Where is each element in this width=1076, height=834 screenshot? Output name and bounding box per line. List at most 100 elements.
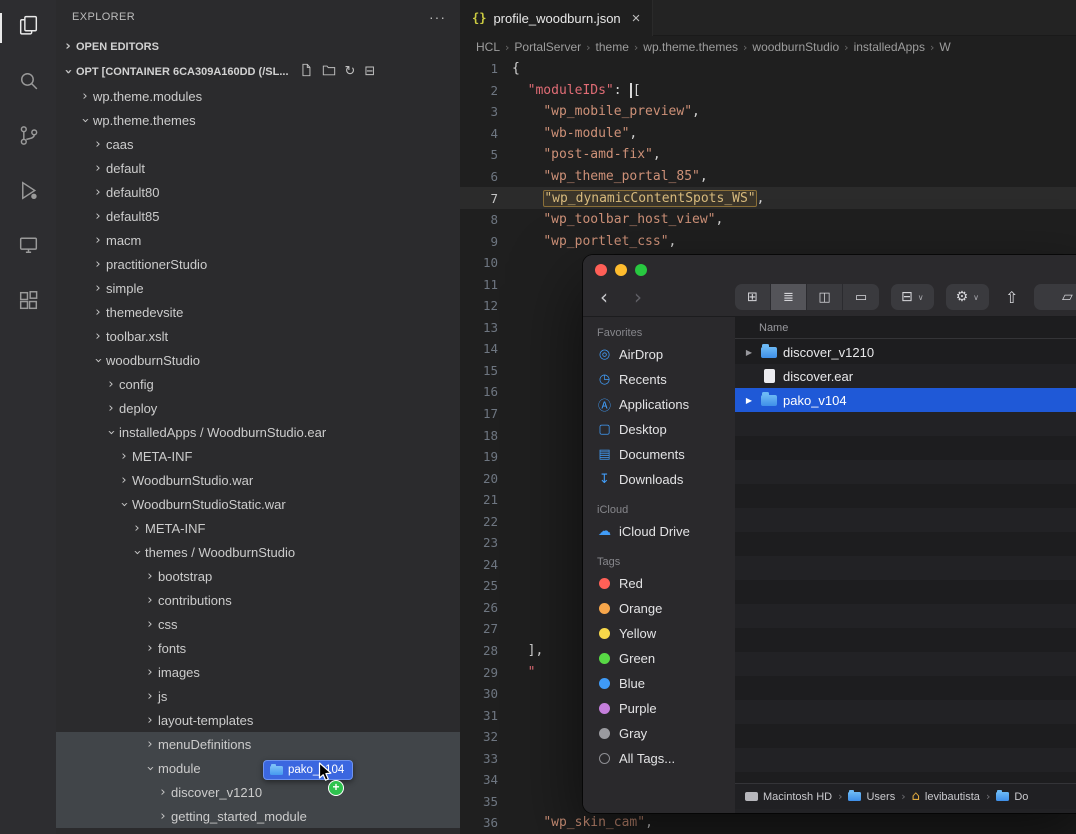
tree-item-meta-inf[interactable]: ›META-INF xyxy=(56,444,460,468)
tree-item-config[interactable]: ›config xyxy=(56,372,460,396)
finder-sidebar-item-airdrop[interactable]: ◎AirDrop xyxy=(583,342,735,367)
refresh-icon[interactable]: ↻ xyxy=(345,65,356,78)
activity-explorer-button[interactable] xyxy=(0,8,56,48)
tree-item-fonts[interactable]: ›fonts xyxy=(56,636,460,660)
activity-search-button[interactable] xyxy=(0,63,56,103)
path-bar: Macintosh HD›Users›⌂levibautista›Do xyxy=(735,783,1076,809)
minimize-window-button[interactable] xyxy=(615,264,627,276)
close-window-button[interactable] xyxy=(595,264,607,276)
line-number: 30 xyxy=(460,686,512,701)
finder-sidebar-item-purple[interactable]: Purple xyxy=(583,696,735,721)
path-item-levibautista[interactable]: ⌂levibautista xyxy=(912,790,980,803)
activity-extensions-button[interactable] xyxy=(0,283,56,323)
finder-sidebar-item-green[interactable]: Green xyxy=(583,646,735,671)
breadcrumb-item-portalserver[interactable]: PortalServer xyxy=(514,40,581,54)
zoom-window-button[interactable] xyxy=(635,264,647,276)
breadcrumb-item-w[interactable]: W xyxy=(939,40,950,54)
finder-sidebar-item-applications[interactable]: ⒶApplications xyxy=(583,392,735,417)
finder-sidebar-item-blue[interactable]: Blue xyxy=(583,671,735,696)
tree-item-default[interactable]: ›default xyxy=(56,156,460,180)
activity-source-control-button[interactable] xyxy=(0,118,56,158)
finder-sidebar-item-yellow[interactable]: Yellow xyxy=(583,621,735,646)
back-button[interactable]: ‹ xyxy=(591,284,617,310)
tab-profile-woodburn-json[interactable]: {} profile_woodburn.json × xyxy=(460,0,653,36)
tree-item-contributions[interactable]: ›contributions xyxy=(56,588,460,612)
finder-row-discover-v1210[interactable]: ▶discover_v1210 xyxy=(735,340,1076,364)
finder-sidebar-item-orange[interactable]: Orange xyxy=(583,596,735,621)
more-actions-icon[interactable]: ··· xyxy=(429,9,446,25)
path-item-users[interactable]: Users xyxy=(848,791,895,803)
activity-run-debug-button[interactable] xyxy=(0,173,56,213)
tree-item-deploy[interactable]: ›deploy xyxy=(56,396,460,420)
chevron-down-icon: ∨ xyxy=(973,293,979,302)
chevron-icon: › xyxy=(90,281,106,296)
column-header-name[interactable]: Name xyxy=(735,317,1076,339)
tree-item-installedapps-woodburnstudio-ear[interactable]: ›installedApps / WoodburnStudio.ear xyxy=(56,420,460,444)
breadcrumb-item-installedapps[interactable]: installedApps xyxy=(854,40,925,54)
finder-sidebar-item-documents[interactable]: ▤Documents xyxy=(583,442,735,467)
column-view-button[interactable]: ◫ xyxy=(807,284,843,310)
tree-item-discover-v1210[interactable]: ›discover_v1210 xyxy=(56,780,460,804)
line-number: 16 xyxy=(460,384,512,399)
tree-item-default80[interactable]: ›default80 xyxy=(56,180,460,204)
tree-item-woodburnstudiostatic-war[interactable]: ›WoodburnStudioStatic.war xyxy=(56,492,460,516)
drag-ghost-label: pako_v104 xyxy=(288,764,344,776)
collapse-all-icon[interactable]: ⊟ xyxy=(364,65,375,78)
finder-sidebar-item-downloads[interactable]: ↧Downloads xyxy=(583,467,735,492)
finder-row-pako-v104[interactable]: ▶pako_v104 xyxy=(735,388,1076,412)
tree-item-layout-templates[interactable]: ›layout-templates xyxy=(56,708,460,732)
tree-item-practitionerstudio[interactable]: ›practitionerStudio xyxy=(56,252,460,276)
tree-item-module[interactable]: ›module xyxy=(56,756,460,780)
finder-sidebar-item-all-tags[interactable]: All Tags... xyxy=(583,746,735,771)
breadcrumb-item-hcl[interactable]: HCL xyxy=(476,40,500,54)
tree-item-caas[interactable]: ›caas xyxy=(56,132,460,156)
activity-remote-explorer-button[interactable] xyxy=(0,228,56,268)
tree-item-themedevsite[interactable]: ›themedevsite xyxy=(56,300,460,324)
tree-item-simple[interactable]: ›simple xyxy=(56,276,460,300)
finder-sidebar-item-red[interactable]: Red xyxy=(583,571,735,596)
finder-row-discover-ear[interactable]: discover.ear xyxy=(735,364,1076,388)
disclosure-triangle-icon[interactable]: ▶ xyxy=(743,396,755,405)
path-item-do[interactable]: Do xyxy=(996,791,1028,803)
disclosure-triangle-icon[interactable]: ▶ xyxy=(743,348,755,357)
action-button[interactable]: ⚙ ∨ xyxy=(946,284,989,310)
open-editors-header[interactable]: › OPEN EDITORS xyxy=(56,34,460,59)
chevron-icon: › xyxy=(142,593,158,608)
list-view-button[interactable]: ≣ xyxy=(771,284,807,310)
new-folder-icon[interactable] xyxy=(322,63,336,80)
tree-item-css[interactable]: ›css xyxy=(56,612,460,636)
tree-item-default85[interactable]: ›default85 xyxy=(56,204,460,228)
tree-item-js[interactable]: ›js xyxy=(56,684,460,708)
finder-sidebar-item-gray[interactable]: Gray xyxy=(583,721,735,746)
tree-item-woodburnstudio[interactable]: ›woodburnStudio xyxy=(56,348,460,372)
tree-item-images[interactable]: ›images xyxy=(56,660,460,684)
tree-item-menudefinitions[interactable]: ›menuDefinitions xyxy=(56,732,460,756)
tree-item-themes-woodburnstudio[interactable]: ›themes / WoodburnStudio xyxy=(56,540,460,564)
tags-button[interactable]: ▱ xyxy=(1034,284,1076,310)
icon-view-button[interactable]: ⊞ xyxy=(735,284,771,310)
tree-item-wp-theme-modules[interactable]: ›wp.theme.modules xyxy=(56,84,460,108)
workspace-header[interactable]: › OPT [CONTAINER 6CA309A160DD (/SL... ↻ … xyxy=(56,59,460,84)
path-item-macintosh-hd[interactable]: Macintosh HD xyxy=(745,791,832,803)
new-file-icon[interactable] xyxy=(299,63,313,80)
tree-item-wp-theme-themes[interactable]: ›wp.theme.themes xyxy=(56,108,460,132)
share-button[interactable]: ⇧ xyxy=(1001,284,1022,310)
tree-item-getting-started-module[interactable]: ›getting_started_module xyxy=(56,804,460,828)
finder-sidebar-item-desktop[interactable]: ▢Desktop xyxy=(583,417,735,442)
forward-button[interactable]: › xyxy=(625,284,651,310)
gallery-view-button[interactable]: ▭ xyxy=(843,284,879,310)
breadcrumb-item-woodburnstudio[interactable]: woodburnStudio xyxy=(752,40,839,54)
breadcrumb-item-wp-theme-themes[interactable]: wp.theme.themes xyxy=(643,40,738,54)
tree-item-woodburnstudio-war[interactable]: ›WoodburnStudio.war xyxy=(56,468,460,492)
group-button[interactable]: ⊟ ∨ xyxy=(891,284,934,310)
finder-sidebar-item-icloud-drive[interactable]: ☁iCloud Drive xyxy=(583,519,735,544)
breadcrumb-item-theme[interactable]: theme xyxy=(596,40,629,54)
close-icon[interactable]: × xyxy=(632,10,641,27)
tree-item-macm[interactable]: ›macm xyxy=(56,228,460,252)
finder-sidebar-item-recents[interactable]: ◷Recents xyxy=(583,367,735,392)
tree-item-bootstrap[interactable]: ›bootstrap xyxy=(56,564,460,588)
drag-ghost[interactable]: pako_v104 xyxy=(263,760,353,780)
tree-item-meta-inf[interactable]: ›META-INF xyxy=(56,516,460,540)
finder-section-tags: Tags xyxy=(597,556,735,568)
tree-item-toolbar-xslt[interactable]: ›toolbar.xslt xyxy=(56,324,460,348)
